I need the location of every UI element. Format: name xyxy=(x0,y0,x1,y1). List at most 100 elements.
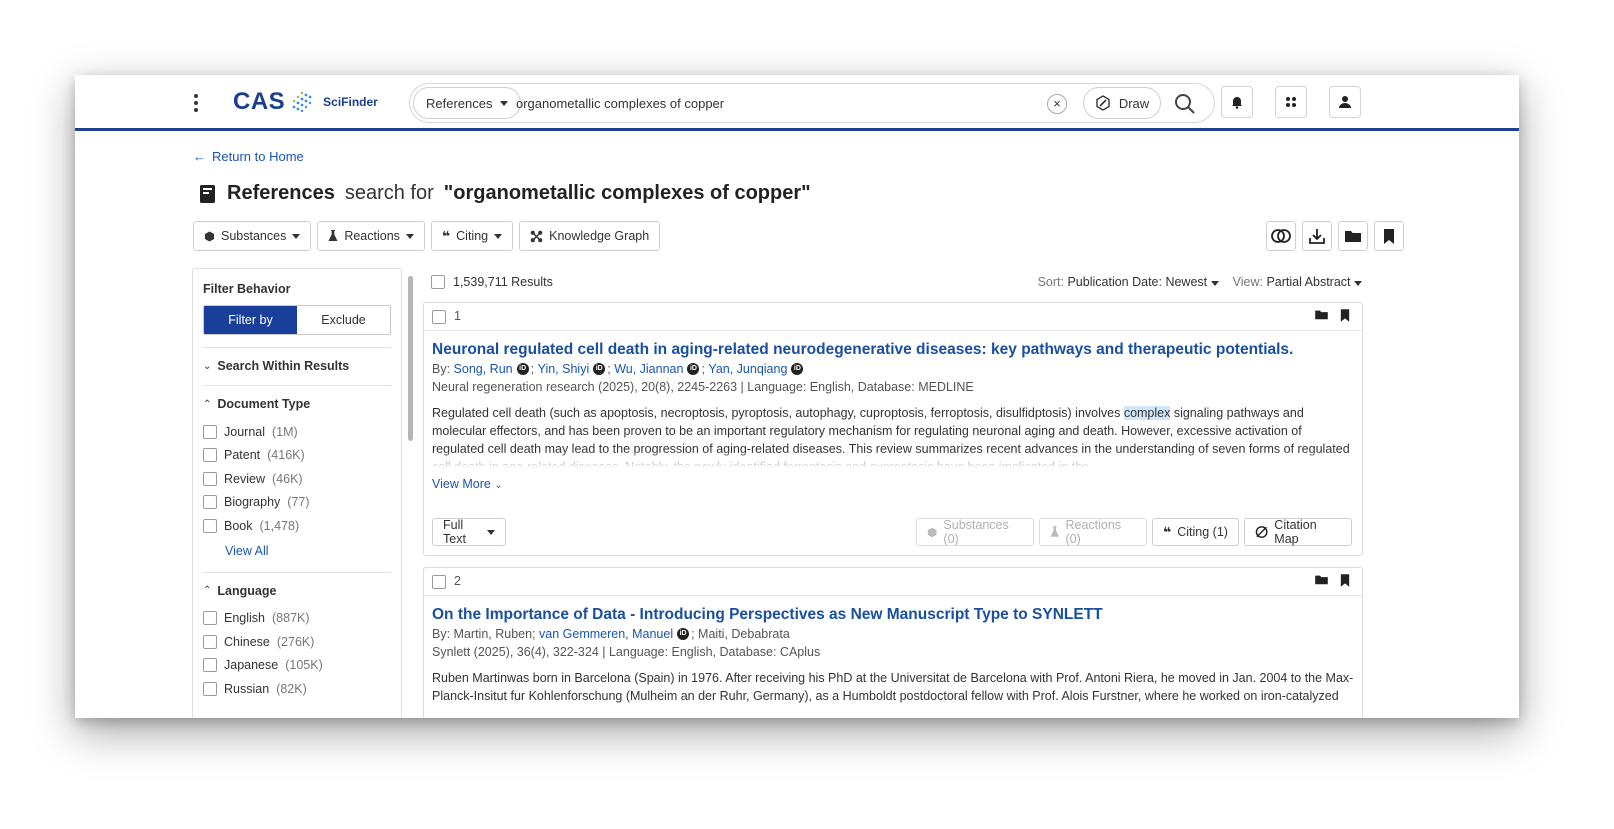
filter-behavior-toggle: Filter by Exclude xyxy=(203,305,391,335)
search-bar: References × Draw xyxy=(409,83,1215,123)
clear-search-button[interactable]: × xyxy=(1047,94,1067,114)
draw-button[interactable]: Draw xyxy=(1083,87,1161,119)
filter-option: Russian (82K) xyxy=(203,677,391,701)
author-link[interactable]: Yan, Junqiang xyxy=(708,362,787,376)
reactions-dropdown[interactable]: Reactions xyxy=(317,221,425,251)
result-checkbox[interactable] xyxy=(432,575,446,589)
search-input[interactable] xyxy=(516,92,1036,114)
user-account-button[interactable] xyxy=(1329,86,1361,118)
filter-checkbox[interactable] xyxy=(203,634,217,649)
caret-down-icon xyxy=(500,100,509,106)
orcid-icon[interactable]: iD xyxy=(593,363,606,375)
filter-checkbox[interactable] xyxy=(203,658,217,673)
bookmark-button[interactable] xyxy=(1374,221,1404,251)
download-icon xyxy=(1309,229,1325,244)
reactions-button[interactable]: Reactions (0) xyxy=(1039,518,1147,546)
return-home-link[interactable]: ← Return to Home xyxy=(193,149,304,164)
quote-icon: ❝ xyxy=(441,228,451,244)
knowledge-graph-button[interactable]: Knowledge Graph xyxy=(519,221,661,251)
sort-label: Sort: xyxy=(1037,275,1064,289)
chevron-down-icon: ⌄ xyxy=(494,480,503,491)
filter-count: (77) xyxy=(287,495,310,510)
author-link[interactable]: Wu, Jiannan xyxy=(614,362,683,376)
quote-icon: ❝ xyxy=(1163,524,1172,540)
filter-checkbox[interactable] xyxy=(203,424,217,439)
bookmark-icon[interactable] xyxy=(1340,574,1350,587)
view-all-link[interactable]: View All xyxy=(225,544,269,558)
document-type-toggle[interactable]: ⌃ Document Type xyxy=(203,395,391,413)
filter-checkbox[interactable] xyxy=(203,495,217,510)
filter-label: Review xyxy=(224,471,265,486)
bell-icon xyxy=(1232,97,1242,109)
caret-down-icon xyxy=(1210,281,1219,286)
filter-count: (887K) xyxy=(272,611,310,626)
select-all-checkbox[interactable] xyxy=(431,275,445,289)
filter-by-option[interactable]: Filter by xyxy=(204,306,297,334)
exclude-option[interactable]: Exclude xyxy=(297,306,390,334)
apps-button[interactable] xyxy=(1275,86,1307,118)
full-text-label: Full Text xyxy=(443,518,466,546)
view-more-link[interactable]: View More ⌄ xyxy=(432,477,503,491)
full-text-dropdown[interactable]: Full Text xyxy=(432,518,506,546)
substances-button[interactable]: Substances (0) xyxy=(916,518,1034,546)
bookmark-icon[interactable] xyxy=(1340,309,1350,322)
language-toggle[interactable]: ⌃ Language xyxy=(203,582,391,600)
filter-option: Book (1,478) xyxy=(203,514,391,538)
orcid-icon[interactable]: iD xyxy=(677,628,690,640)
orcid-icon[interactable]: iD xyxy=(687,363,700,375)
filter-checkbox[interactable] xyxy=(203,681,217,696)
knowledge-graph-label: Knowledge Graph xyxy=(549,229,650,243)
scrollbar-thumb[interactable] xyxy=(408,276,413,441)
author-link[interactable]: Yin, Shiyi xyxy=(538,362,590,376)
notifications-button[interactable] xyxy=(1221,86,1253,118)
search-type-dropdown[interactable]: References xyxy=(413,87,522,119)
arrow-left-icon: ← xyxy=(193,149,206,164)
download-button[interactable] xyxy=(1302,221,1332,251)
author-link[interactable]: van Gemmeren, Manuel xyxy=(539,627,673,641)
orcid-icon[interactable]: iD xyxy=(516,363,529,375)
combine-button[interactable] xyxy=(1266,221,1296,251)
filter-checkbox[interactable] xyxy=(203,448,217,463)
filter-count: (105K) xyxy=(285,658,323,673)
result-tools: Substances Reactions ❝ Citing Knowledge … xyxy=(193,221,661,251)
author-link[interactable]: Song, Run xyxy=(454,362,513,376)
flask-icon xyxy=(328,230,338,241)
return-home-label: Return to Home xyxy=(212,149,304,164)
citation-map-button[interactable]: Citation Map xyxy=(1244,518,1352,546)
result-card-header: 1 xyxy=(424,303,1362,331)
filter-count: (1M) xyxy=(272,424,298,439)
view-more-label: View More xyxy=(432,477,491,491)
substances-dropdown[interactable]: Substances xyxy=(193,221,312,251)
result-title[interactable]: On the Importance of Data - Introducing … xyxy=(432,606,1103,624)
filter-option: Review (46K) xyxy=(203,467,391,491)
orcid-icon[interactable]: iD xyxy=(791,363,804,375)
search-within-toggle[interactable]: ⌄ Search Within Results xyxy=(203,357,391,375)
folder-icon[interactable] xyxy=(1315,574,1328,585)
result-title[interactable]: Neuronal regulated cell death in aging-r… xyxy=(432,341,1293,359)
save-to-folder-button[interactable] xyxy=(1338,221,1368,251)
sort-dropdown[interactable]: Sort: Publication Date: Newest xyxy=(1038,275,1219,289)
citation-map-label: Citation Map xyxy=(1274,518,1317,546)
more-menu-icon[interactable] xyxy=(190,91,202,113)
citing-button[interactable]: ❝ Citing (1) xyxy=(1152,518,1239,546)
abstract-text: Regulated cell death (such as apoptosis,… xyxy=(432,406,1124,420)
result-checkbox[interactable] xyxy=(432,310,446,324)
abstract-highlight: complex xyxy=(1123,406,1171,420)
citing-dropdown[interactable]: ❝ Citing xyxy=(430,221,514,251)
caret-down-icon xyxy=(487,529,495,535)
document-type-label: Document Type xyxy=(217,397,311,411)
view-dropdown[interactable]: View: Partial Abstract xyxy=(1233,275,1362,289)
filter-label: Journal xyxy=(224,424,265,439)
top-header: CAS SciFinder References × xyxy=(75,75,1519,131)
filter-checkbox[interactable] xyxy=(203,471,217,486)
substances-count-label: Substances (0) xyxy=(943,518,1009,546)
user-icon xyxy=(1339,96,1351,108)
folder-icon[interactable] xyxy=(1315,309,1328,320)
filter-checkbox[interactable] xyxy=(203,518,217,533)
result-number: 2 xyxy=(454,574,461,588)
search-icon[interactable] xyxy=(1173,92,1197,116)
cas-scifinder-logo[interactable]: CAS SciFinder xyxy=(233,88,378,116)
filter-checkbox[interactable] xyxy=(203,611,217,626)
sidebar-scrollbar[interactable] xyxy=(408,268,414,718)
flask-icon xyxy=(1050,526,1060,537)
